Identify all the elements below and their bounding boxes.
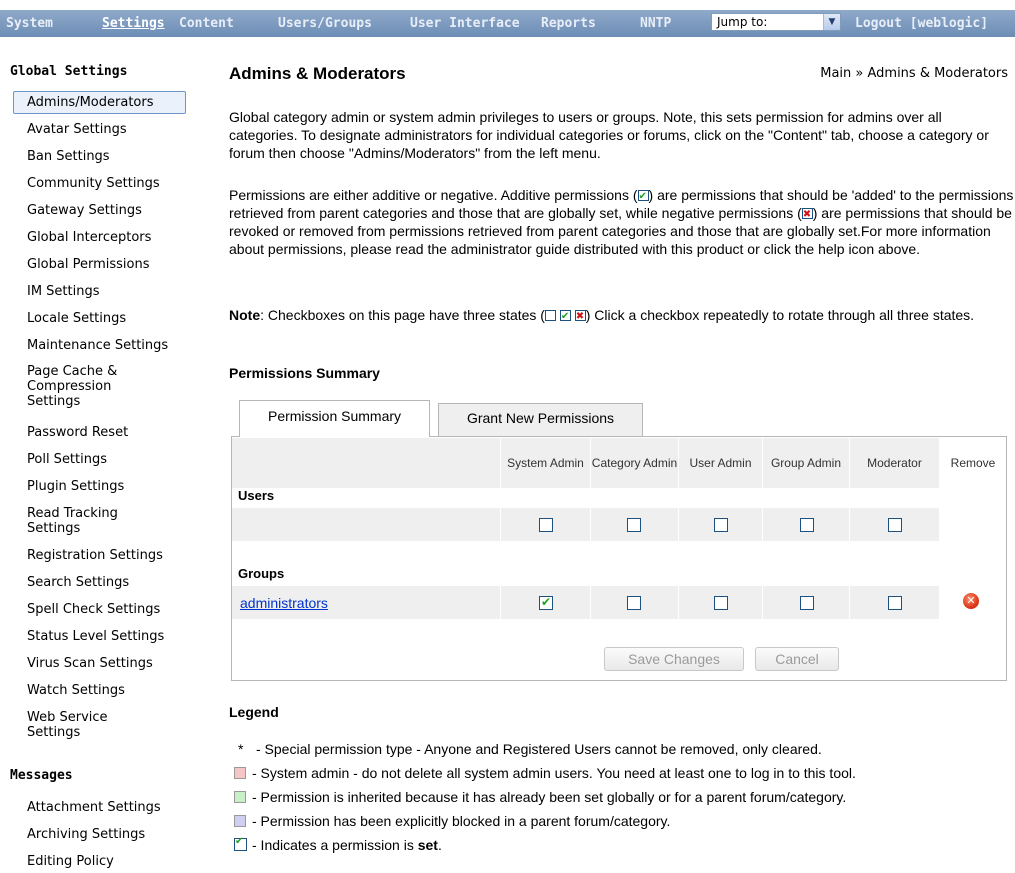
legend-heading: Legend	[229, 704, 279, 720]
user-moderator-checkbox[interactable]	[888, 516, 902, 535]
sidebar-item-admins-moderators[interactable]: Admins/Moderators	[27, 95, 192, 110]
col-moderator: Moderator	[850, 438, 939, 488]
top-nav: System Settings Content Users/Groups Use…	[0, 0, 1015, 37]
checkbox-checked-icon	[559, 308, 571, 326]
intro-paragraph: Global category admin or system admin pr…	[229, 109, 989, 161]
user-system-admin-checkbox[interactable]	[539, 516, 553, 535]
nav-user-interface[interactable]: User Interface	[410, 16, 520, 31]
header-blank	[232, 438, 500, 488]
jump-to-select[interactable]: Jump to: ▼	[711, 13, 841, 31]
checkbox-negative-icon	[574, 308, 586, 326]
group-moderator-checkbox[interactable]	[888, 594, 902, 613]
sidebar-item-avatar-settings[interactable]: Avatar Settings	[27, 122, 192, 137]
user-user-admin-checkbox[interactable]	[714, 516, 728, 535]
permissions-paragraph: Permissions are either additive or negat…	[229, 186, 1014, 258]
legend-item-set: - Indicates a permission is set.	[234, 836, 442, 853]
col-system-admin: System Admin	[501, 438, 590, 488]
sidebar-item-attachment-settings[interactable]: Attachment Settings	[27, 800, 192, 815]
green-swatch	[234, 791, 246, 803]
sidebar-item-editing-policy[interactable]: Editing Policy	[27, 854, 192, 869]
col-group-admin: Group Admin	[763, 438, 849, 488]
jump-to-label: Jump to:	[717, 15, 768, 29]
tab-grant-new-permissions[interactable]: Grant New Permissions	[438, 403, 643, 436]
sidebar-item-im-settings[interactable]: IM Settings	[27, 284, 192, 299]
sidebar-item-locale-settings[interactable]: Locale Settings	[27, 311, 192, 326]
nav-reports[interactable]: Reports	[541, 16, 596, 31]
sidebar-item-password-reset[interactable]: Password Reset	[27, 425, 192, 440]
tab-permission-summary[interactable]: Permission Summary	[239, 400, 430, 437]
sidebar-item-plugin-settings[interactable]: Plugin Settings	[27, 479, 192, 494]
save-changes-button[interactable]: Save Changes	[604, 647, 744, 671]
group-system-admin-checkbox[interactable]	[539, 594, 553, 613]
logout-link[interactable]: Logout [weblogic]	[855, 16, 988, 31]
group-user-admin-checkbox[interactable]	[714, 594, 728, 613]
purple-swatch	[234, 815, 246, 827]
note-paragraph: Note: Checkboxes on this page have three…	[229, 306, 1014, 326]
remove-icon[interactable]: ✕	[963, 593, 979, 609]
sidebar-item-maintenance-settings[interactable]: Maintenance Settings	[27, 338, 192, 353]
users-label: Users	[238, 488, 275, 503]
checkbox-empty-icon	[544, 310, 556, 321]
sidebar-item-archiving-settings[interactable]: Archiving Settings	[27, 827, 192, 842]
pink-swatch	[234, 767, 246, 779]
nav-settings[interactable]: Settings	[102, 16, 165, 31]
sidebar-heading-messages: Messages	[10, 768, 73, 783]
sidebar-item-ban-settings[interactable]: Ban Settings	[27, 149, 192, 164]
nav-system[interactable]: System	[6, 16, 53, 31]
sidebar-heading-global: Global Settings	[10, 64, 128, 79]
col-category-admin: Category Admin	[591, 438, 678, 488]
group-group-admin-checkbox[interactable]	[800, 594, 814, 613]
groups-label: Groups	[238, 566, 285, 581]
group-category-admin-checkbox[interactable]	[627, 594, 641, 613]
sidebar-item-watch-settings[interactable]: Watch Settings	[27, 683, 192, 698]
sidebar-item-registration-settings[interactable]: Registration Settings	[27, 548, 192, 563]
checkbox-checked-icon	[637, 188, 649, 206]
legend-item-system-admin: - System admin - do not delete all syste…	[234, 765, 856, 781]
cancel-button[interactable]: Cancel	[755, 647, 839, 671]
chevron-down-icon: ▼	[823, 14, 840, 30]
sidebar-item-status-level-settings[interactable]: Status Level Settings	[27, 629, 192, 644]
users-row	[232, 508, 939, 541]
user-category-admin-checkbox[interactable]	[627, 516, 641, 535]
sidebar-item-spell-check-settings[interactable]: Spell Check Settings	[27, 602, 192, 617]
sidebar-item-web-service-settings[interactable]: Web Service Settings	[27, 710, 147, 740]
sidebar-item-poll-settings[interactable]: Poll Settings	[27, 452, 192, 467]
legend-item-blocked: - Permission has been explicitly blocked…	[234, 813, 670, 829]
group-administrators-link[interactable]: administrators	[240, 595, 328, 611]
permissions-summary-heading: Permissions Summary	[229, 365, 380, 381]
legend-item-special: * - Special permission type - Anyone and …	[238, 741, 822, 757]
nav-content[interactable]: Content	[179, 16, 234, 31]
sidebar-item-global-permissions[interactable]: Global Permissions	[27, 257, 192, 272]
nav-nntp[interactable]: NNTP	[640, 16, 671, 31]
sidebar-item-global-interceptors[interactable]: Global Interceptors	[27, 230, 192, 245]
group-row	[232, 586, 939, 619]
col-remove: Remove	[950, 455, 996, 470]
checkbox-checked-icon	[234, 836, 247, 851]
sidebar-item-virus-scan-settings[interactable]: Virus Scan Settings	[27, 656, 192, 671]
checkbox-negative-icon	[801, 206, 813, 224]
sidebar-item-read-tracking[interactable]: Read Tracking Settings	[27, 506, 147, 536]
col-user-admin: User Admin	[679, 438, 762, 488]
breadcrumb: Main » Admins & Moderators	[820, 66, 1008, 81]
sidebar-item-gateway-settings[interactable]: Gateway Settings	[27, 203, 192, 218]
page-title: Admins & Moderators	[229, 64, 406, 83]
nav-users-groups[interactable]: Users/Groups	[278, 16, 372, 31]
sidebar-item-community-settings[interactable]: Community Settings	[27, 176, 192, 191]
user-group-admin-checkbox[interactable]	[800, 516, 814, 535]
sidebar-item-page-cache[interactable]: Page Cache & Compression Settings	[27, 364, 147, 409]
legend-item-inherited: - Permission is inherited because it has…	[234, 789, 846, 805]
sidebar-item-search-settings[interactable]: Search Settings	[27, 575, 192, 590]
